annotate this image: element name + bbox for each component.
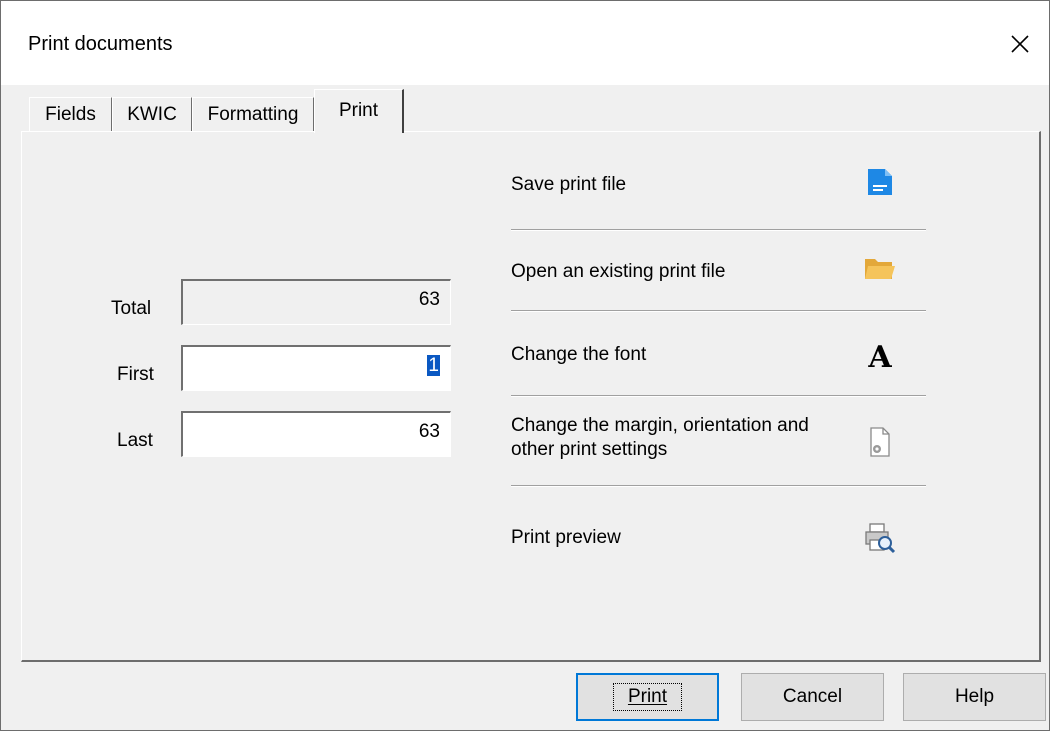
print-preview-icon[interactable] [863,521,897,555]
total-field: 63 [181,279,451,325]
tab-fields[interactable]: Fields [29,97,112,131]
folder-icon[interactable] [863,252,897,286]
close-button[interactable] [997,21,1043,67]
first-input[interactable]: 1 [181,345,451,391]
close-icon [1011,35,1029,53]
first-value: 1 [427,355,440,376]
separator [511,310,926,312]
cancel-button[interactable]: Cancel [741,673,884,721]
page-settings-link[interactable]: Change the margin, orientation and other… [511,414,851,462]
tab-formatting[interactable]: Formatting [192,97,314,131]
separator [511,395,926,397]
separator [511,485,926,487]
print-documents-dialog: Print documents Fields KWIC Formatting P… [0,0,1050,731]
last-input[interactable]: 63 [181,411,451,457]
last-label: Last [117,430,153,451]
total-label: Total [111,298,152,319]
page-settings-icon[interactable] [863,425,897,459]
tab-kwic[interactable]: KWIC [112,97,192,131]
separator [511,229,926,231]
print-button-label: Print [612,683,683,711]
print-button[interactable]: Print [576,673,719,721]
save-file-icon[interactable] [863,165,897,199]
title-bar: Print documents [1,1,1049,85]
font-icon[interactable]: A [863,341,897,375]
help-button[interactable]: Help [903,673,1046,721]
first-label: First [117,364,154,385]
window-title: Print documents [28,33,173,55]
tab-print[interactable]: Print [314,89,404,133]
